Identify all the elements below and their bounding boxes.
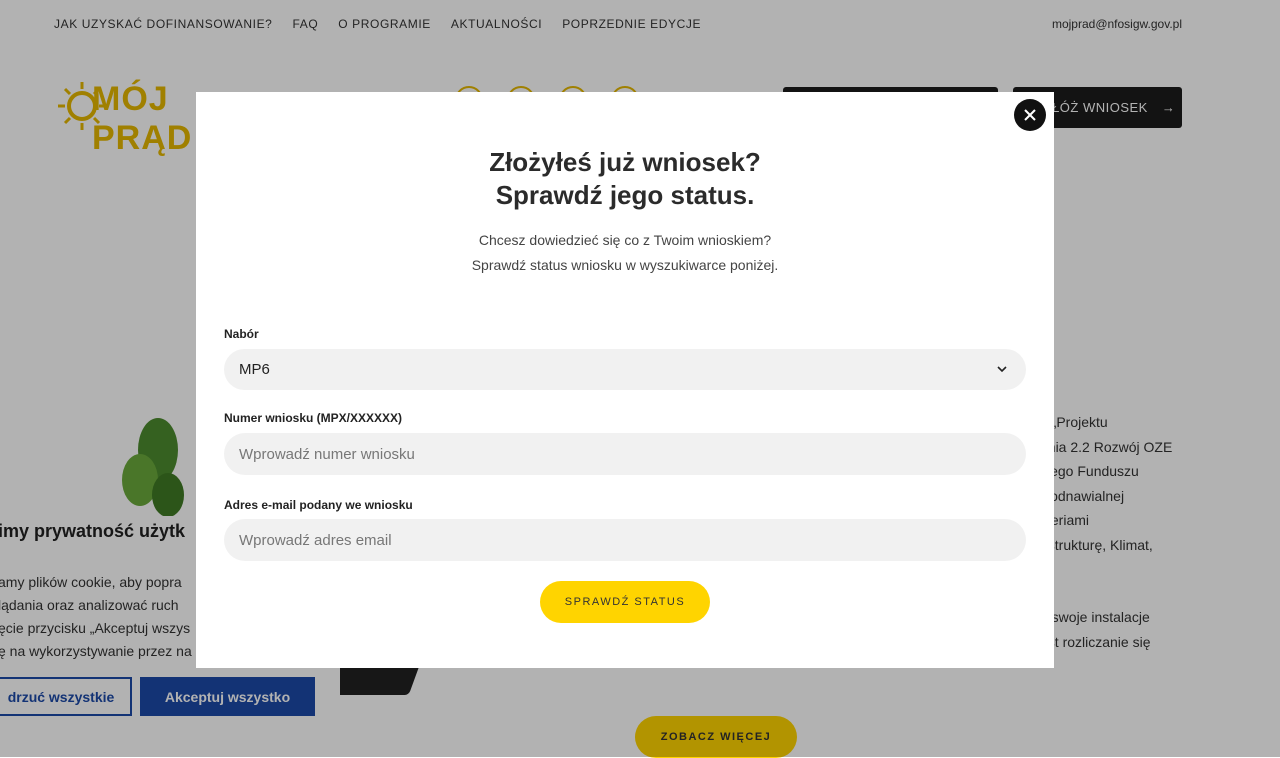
modal-subtitle: Chcesz dowiedzieć się co z Twoim wnioski… xyxy=(471,232,779,273)
close-button[interactable] xyxy=(1014,99,1046,131)
status-check-modal: Złożyłeś już wniosek? Sprawdź jego statu… xyxy=(196,92,1054,668)
number-label: Numer wniosku (MPX/XXXXXX) xyxy=(224,411,403,425)
close-icon xyxy=(1024,109,1036,121)
nabor-select[interactable]: MP6 xyxy=(224,349,1026,390)
nabor-selected-value: MP6 xyxy=(239,361,270,378)
application-number-input[interactable] xyxy=(224,433,1026,475)
chevron-down-icon xyxy=(997,366,1007,373)
email-input[interactable] xyxy=(224,519,1026,561)
email-label: Adres e-mail podany we wniosku xyxy=(224,498,413,512)
modal-title: Złożyłeś już wniosek? Sprawdź jego statu… xyxy=(489,147,761,210)
nabor-label: Nabór xyxy=(224,327,259,341)
check-status-button[interactable]: SPRAWDŹ STATUS xyxy=(540,581,710,623)
